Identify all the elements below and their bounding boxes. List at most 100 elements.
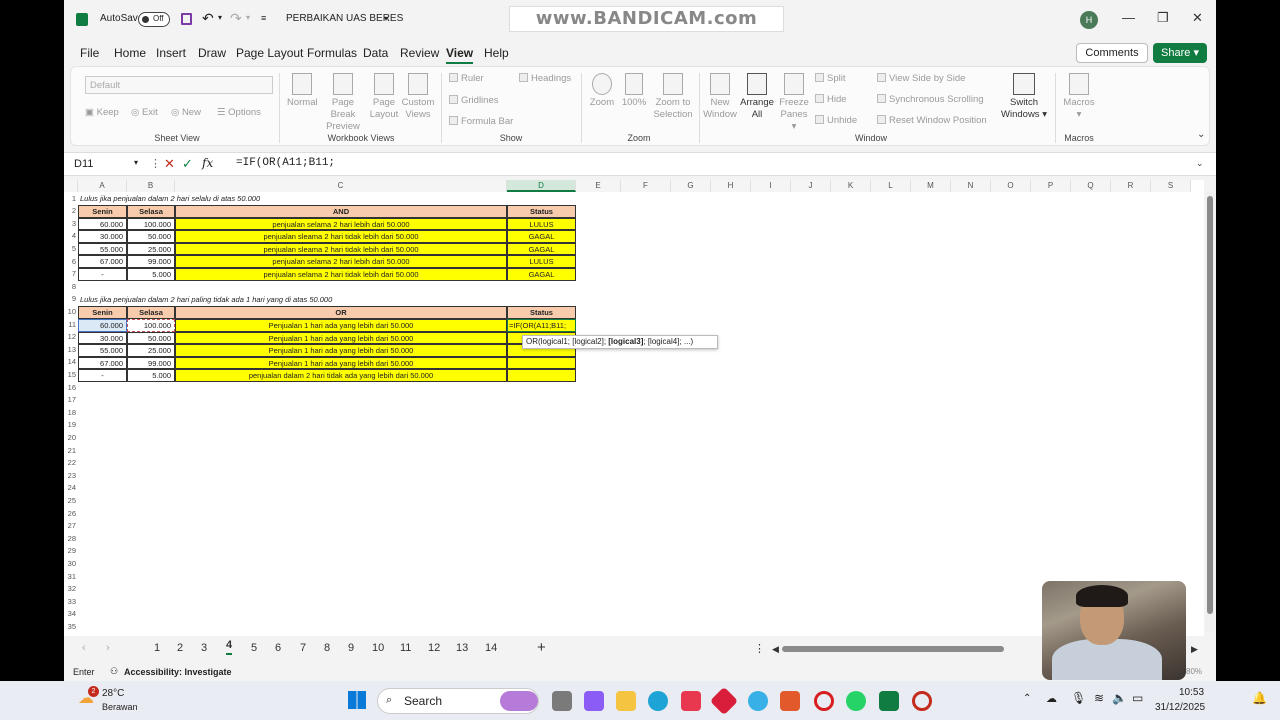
sheet-tab[interactable]: 7 [300, 642, 306, 654]
column-header[interactable]: A [78, 180, 127, 192]
column-header[interactable]: G [671, 180, 711, 192]
split-button[interactable]: Split [815, 73, 845, 84]
table2-cell[interactable]: 99.000 [127, 356, 175, 370]
redo-dropdown-icon[interactable]: ▾ [246, 13, 250, 22]
note-or[interactable]: Lulus jika penjualan dalam 2 hari paling… [80, 294, 332, 306]
autosave-toggle[interactable]: Off [138, 12, 170, 27]
sheet-tab[interactable]: 2 [177, 642, 183, 654]
row-header[interactable]: 19 [64, 419, 78, 432]
table1-status[interactable]: GAGAL [507, 230, 576, 243]
chrome-icon[interactable] [748, 691, 768, 711]
row-header[interactable]: 11 [64, 319, 78, 332]
select-all-corner[interactable] [64, 180, 78, 192]
page-break-button[interactable]: Page Break Preview [319, 73, 367, 133]
table1-cell[interactable]: 100.000 [127, 217, 175, 231]
formula-bar-checkbox[interactable]: Formula Bar [449, 116, 513, 127]
table1-cell[interactable]: 67.000 [78, 255, 127, 268]
undo-icon[interactable]: ↶ [202, 10, 214, 27]
spreadsheet-grid[interactable]: A B C D E F G H I J K L M N O P Q R S 12… [64, 180, 1204, 636]
row-header[interactable]: 9 [64, 293, 78, 306]
row-header[interactable]: 1 [64, 193, 78, 206]
table2-cell[interactable]: 50.000 [127, 331, 175, 345]
sheet-tab[interactable]: 5 [251, 642, 257, 654]
share-button[interactable]: Share ▾ [1153, 43, 1207, 63]
macros-button[interactable]: Macros ▾ [1061, 73, 1097, 121]
expand-formula-bar-icon[interactable]: ⌄ [1196, 158, 1204, 169]
opera-icon[interactable] [814, 691, 834, 711]
row-header[interactable]: 25 [64, 495, 78, 508]
column-header[interactable]: Q [1071, 180, 1111, 192]
table2-header[interactable]: Status [507, 306, 576, 319]
hscroll-right-icon[interactable]: ▶ [1191, 644, 1198, 655]
row-header[interactable]: 15 [64, 369, 78, 382]
bandicam-icon[interactable] [912, 691, 932, 711]
comments-button[interactable]: Comments [1076, 43, 1148, 63]
table1-cell[interactable]: 60.000 [78, 217, 127, 231]
name-box[interactable]: D11 ▾ [70, 156, 142, 174]
table1-header[interactable]: Status [507, 205, 576, 218]
menu-file[interactable]: File [80, 46, 99, 60]
menu-help[interactable]: Help [484, 46, 509, 60]
weather-desc[interactable]: Berawan [102, 702, 138, 712]
hscroll-left-icon[interactable]: ◀ [772, 644, 779, 655]
column-header[interactable]: M [911, 180, 951, 192]
table1-cell[interactable]: 30.000 [78, 230, 127, 243]
column-header[interactable]: S [1151, 180, 1191, 192]
arrange-all-button[interactable]: Arrange All [739, 73, 775, 121]
table2-cell[interactable]: Penjualan 1 hari ada yang lebih dari 50.… [175, 344, 507, 357]
file-explorer-icon[interactable] [616, 691, 636, 711]
freeze-panes-button[interactable]: Freeze Panes ▾ [777, 73, 811, 133]
sheet-tab[interactable]: 14 [485, 642, 497, 654]
headings-checkbox[interactable]: Headings [519, 73, 571, 84]
table2-cell[interactable]: 25.000 [127, 344, 175, 357]
synchronous-scrolling-button[interactable]: Synchronous Scrolling [877, 94, 984, 105]
collapse-ribbon-icon[interactable]: ⌄ [1197, 129, 1205, 140]
row-header[interactable]: 10 [64, 306, 78, 319]
app-icon[interactable] [709, 686, 739, 716]
row-header[interactable]: 5 [64, 243, 78, 256]
table1-status[interactable]: LULUS [507, 255, 576, 268]
horizontal-scroll-thumb[interactable] [782, 646, 1004, 652]
table1-status[interactable]: LULUS [507, 217, 576, 231]
cancel-icon[interactable]: ✕ [164, 156, 175, 172]
table1-cell[interactable]: 5.000 [127, 268, 175, 281]
active-cell-d11[interactable]: =IF(OR(A11;B11; [507, 319, 576, 332]
table1-cell[interactable]: penjualan selama 2 hari lebih dari 50.00… [175, 255, 507, 268]
row-header[interactable]: 14 [64, 356, 78, 369]
row-header[interactable]: 4 [64, 230, 78, 243]
user-avatar[interactable]: H [1080, 11, 1098, 29]
tray-app-icon[interactable]: ☁ [1046, 692, 1057, 705]
table1-cell[interactable]: - [78, 268, 127, 281]
clock-date[interactable]: 31/12/2025 [1155, 702, 1205, 713]
vertical-scrollbar[interactable] [1206, 192, 1214, 632]
table2-header[interactable]: Selasa [127, 306, 175, 319]
sheet-tab[interactable]: 1 [154, 642, 160, 654]
zoom-100-button[interactable]: 100% [619, 73, 649, 109]
tab-prev-icon[interactable]: ‹ [82, 642, 86, 654]
table2-cell[interactable]: 55.000 [78, 344, 127, 357]
table1-header[interactable]: Senin [78, 205, 127, 218]
minimize-icon[interactable]: — [1122, 10, 1135, 25]
column-header[interactable]: D [507, 180, 576, 192]
menu-draw[interactable]: Draw [198, 46, 226, 60]
zoom-level[interactable]: 80% [1186, 667, 1202, 676]
table2-cell[interactable]: Penjualan 1 hari ada yang lebih dari 50.… [175, 356, 507, 370]
row-header[interactable]: 34 [64, 608, 78, 621]
menu-home[interactable]: Home [114, 46, 146, 60]
windows-start-icon[interactable] [348, 691, 366, 709]
ms-store-icon[interactable] [681, 691, 701, 711]
column-header[interactable]: K [831, 180, 871, 192]
column-header[interactable]: O [991, 180, 1031, 192]
row-header[interactable]: 22 [64, 457, 78, 470]
app-icon[interactable] [780, 691, 800, 711]
view-side-by-side-button[interactable]: View Side by Side [877, 73, 965, 84]
sheet-tab[interactable]: 3 [201, 642, 207, 654]
customize-toolbar-icon[interactable]: ≡ [261, 13, 266, 23]
whatsapp-icon[interactable] [846, 691, 866, 711]
column-header[interactable]: F [621, 180, 671, 192]
wifi-icon[interactable]: ≋ [1094, 691, 1104, 705]
table1-cell[interactable]: 99.000 [127, 255, 175, 268]
table2-status[interactable] [507, 369, 576, 382]
row-header[interactable]: 27 [64, 520, 78, 533]
maximize-icon[interactable]: ❐ [1157, 10, 1169, 26]
